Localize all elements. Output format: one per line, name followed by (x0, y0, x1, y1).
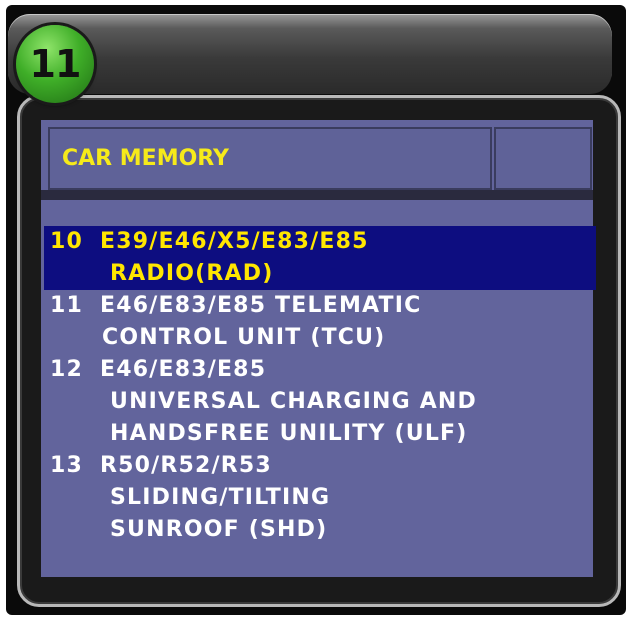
list-item-line: CONTROL UNIT (TCU) (102, 325, 386, 350)
list-item-line: UNIVERSAL CHARGING AND (110, 389, 478, 414)
list-item-number: 10 (50, 229, 84, 254)
top-bezel (8, 14, 612, 94)
step-badge-number: 11 (29, 42, 82, 86)
header-aux-cell (494, 127, 592, 190)
list-item-line: E46/E83/E85 (100, 357, 267, 382)
list-item-number: 13 (50, 453, 84, 478)
list-item-line: RADIO(RAD) (110, 261, 274, 286)
step-badge: 11 (16, 25, 94, 103)
list-item[interactable]: 12 E46/E83/E85 UNIVERSAL CHARGING AND HAN… (44, 354, 596, 450)
page-title: CAR MEMORY (62, 146, 229, 171)
list-item-line: SLIDING/TILTING (110, 485, 331, 510)
header-title-cell: CAR MEMORY (48, 127, 492, 190)
module-list: 10 E39/E46/X5/E83/E85 RADIO(RAD) 11 E46/E8… (44, 226, 596, 546)
list-item[interactable]: 11 E46/E83/E85 TELEMATIC CONTROL UNIT (TC… (44, 290, 596, 354)
list-item-selected[interactable]: 10 E39/E46/X5/E83/E85 RADIO(RAD) (44, 226, 596, 290)
list-item-number: 11 (50, 293, 84, 318)
list-item-line: R50/R52/R53 (100, 453, 272, 478)
header-separator (41, 190, 593, 200)
list-item-line: E46/E83/E85 TELEMATIC (100, 293, 422, 318)
list-item-line: E39/E46/X5/E83/E85 (100, 229, 369, 254)
list-item-number: 12 (50, 357, 84, 382)
list-item-line: HANDSFREE UNILITY (ULF) (110, 421, 468, 446)
list-item-line: SUNROOF (SHD) (110, 517, 328, 542)
list-item[interactable]: 13 R50/R52/R53 SLIDING/TILTING SUNROOF (S… (44, 450, 596, 546)
